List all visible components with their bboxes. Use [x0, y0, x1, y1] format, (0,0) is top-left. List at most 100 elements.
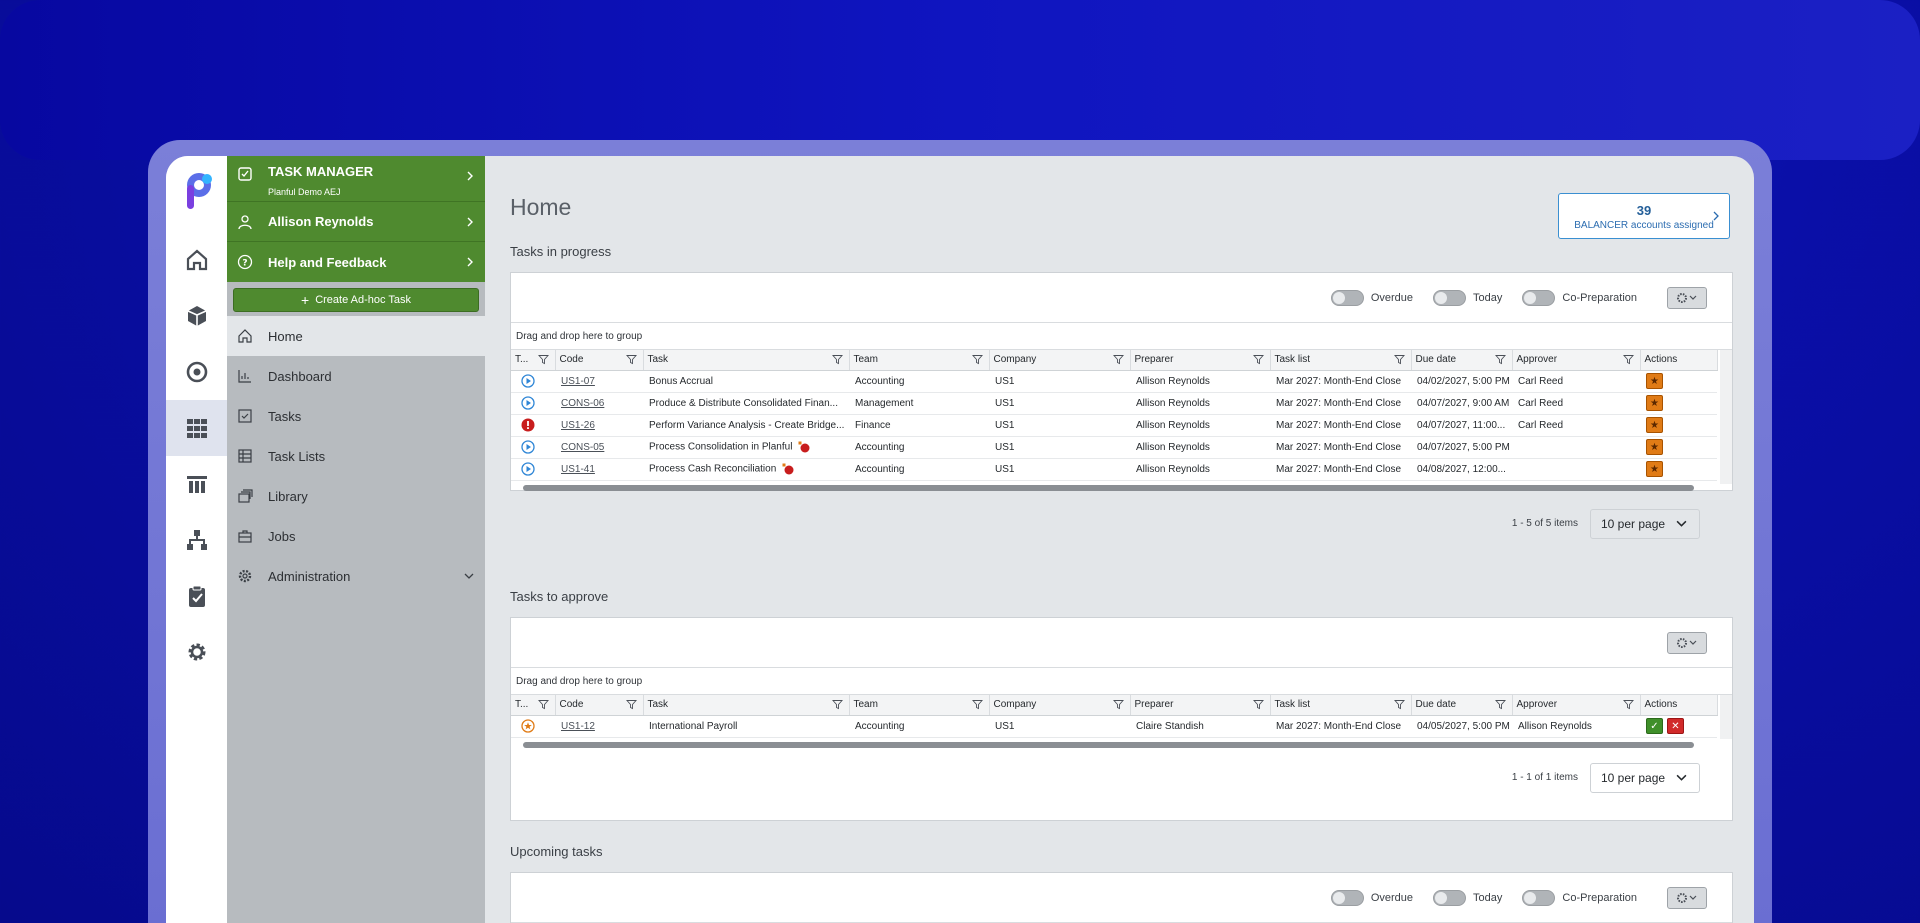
balancer-accounts-card[interactable]: 39 BALANCER accounts assigned — [1558, 193, 1730, 239]
task-code-link[interactable]: CONS-05 — [561, 442, 604, 453]
per-page-select[interactable]: 10 per page — [1590, 762, 1700, 793]
nav-item-task-lists[interactable]: Task Lists — [227, 436, 485, 476]
nav-item-library[interactable]: Library — [227, 476, 485, 516]
column-header[interactable]: Preparer — [1130, 695, 1271, 716]
planful-logo-icon[interactable] — [180, 170, 214, 214]
table-row[interactable]: CONS-06 Produce & Distribute Consolidated… — [511, 392, 1717, 415]
help-feedback-menu[interactable]: ? Help and Feedback — [227, 242, 485, 282]
scrollbar-thumb[interactable] — [523, 484, 1694, 491]
rail-building-icon[interactable] — [166, 456, 227, 512]
star-action-button[interactable]: ★ — [1646, 395, 1663, 411]
filter-icon[interactable] — [1112, 354, 1124, 365]
horizontal-scrollbar[interactable] — [511, 482, 1732, 494]
filter-icon[interactable] — [831, 354, 843, 365]
filter-icon[interactable] — [971, 354, 983, 365]
toggle-switch[interactable] — [1522, 889, 1556, 906]
star-action-button[interactable]: ★ — [1646, 373, 1663, 389]
star-action-button[interactable]: ★ — [1646, 439, 1663, 455]
column-header[interactable]: Task list — [1270, 695, 1412, 716]
column-header[interactable]: Actions — [1640, 350, 1718, 371]
co-preparation-toggle[interactable]: Co-Preparation — [1522, 289, 1637, 306]
table-row[interactable]: CONS-05 Process Consolidation in Planful A… — [511, 436, 1717, 459]
column-header[interactable]: Due date — [1411, 350, 1513, 371]
table-row[interactable]: US1-26 Perform Variance Analysis - Create… — [511, 414, 1717, 437]
app-switcher[interactable]: TASK MANAGER Planful Demo AEJ — [227, 156, 485, 202]
table-row[interactable]: US1-12 International Payroll Accounting US1… — [511, 715, 1717, 738]
rail-grid-icon[interactable] — [166, 400, 227, 456]
vertical-scrollbar[interactable] — [1720, 695, 1732, 739]
nav-item-administration[interactable]: Administration — [227, 556, 485, 596]
reject-button[interactable]: ✕ — [1667, 718, 1684, 734]
column-header[interactable]: Actions — [1640, 695, 1718, 716]
column-header[interactable]: Preparer — [1130, 350, 1271, 371]
rail-hierarchy-icon[interactable] — [166, 512, 227, 568]
column-header[interactable]: Company — [989, 695, 1131, 716]
scrollbar-thumb[interactable] — [523, 741, 1694, 748]
column-header[interactable]: Approver — [1512, 695, 1641, 716]
filter-icon[interactable] — [1622, 699, 1634, 710]
column-header[interactable]: Team — [849, 350, 990, 371]
star-action-button[interactable]: ★ — [1646, 417, 1663, 433]
filter-icon[interactable] — [1393, 699, 1405, 710]
column-header[interactable]: T... — [511, 695, 556, 716]
vertical-scrollbar[interactable] — [1720, 350, 1732, 484]
rail-home-icon[interactable] — [166, 232, 227, 288]
column-header[interactable]: Due date — [1411, 695, 1513, 716]
rail-clipboard-icon[interactable] — [166, 568, 227, 624]
group-drop-zone[interactable]: Drag and drop here to group — [511, 668, 1732, 695]
column-header[interactable]: T... — [511, 350, 556, 371]
nav-item-tasks[interactable]: Tasks — [227, 396, 485, 436]
horizontal-scrollbar[interactable] — [511, 739, 1732, 751]
per-page-select[interactable]: 10 per page — [1590, 508, 1700, 539]
today-toggle[interactable]: Today — [1433, 289, 1502, 306]
toggle-switch[interactable] — [1330, 889, 1364, 906]
filter-icon[interactable] — [1494, 354, 1506, 365]
column-header[interactable]: Company — [989, 350, 1131, 371]
task-code-link[interactable]: US1-07 — [561, 376, 595, 387]
filter-icon[interactable] — [625, 354, 637, 365]
toggle-switch[interactable] — [1433, 889, 1467, 906]
filter-icon[interactable] — [625, 699, 637, 710]
group-drop-zone[interactable]: Drag and drop here to group — [511, 323, 1732, 350]
approve-button[interactable]: ✓ — [1646, 718, 1663, 734]
filter-icon[interactable] — [1252, 699, 1264, 710]
filter-icon[interactable] — [1252, 354, 1264, 365]
column-header[interactable]: Code — [555, 350, 644, 371]
filter-icon[interactable] — [831, 699, 843, 710]
co-preparation-toggle[interactable]: Co-Preparation — [1522, 889, 1637, 906]
overdue-toggle[interactable]: Overdue — [1330, 289, 1413, 306]
task-code-link[interactable]: CONS-06 — [561, 398, 604, 409]
nav-item-dashboard[interactable]: Dashboard — [227, 356, 485, 396]
nav-item-home[interactable]: Home — [227, 316, 485, 356]
toggle-switch[interactable] — [1522, 289, 1556, 306]
filter-icon[interactable] — [537, 354, 549, 365]
today-toggle[interactable]: Today — [1433, 889, 1502, 906]
toggle-switch[interactable] — [1330, 289, 1364, 306]
rail-settings-icon[interactable] — [166, 624, 227, 680]
filter-icon[interactable] — [1494, 699, 1506, 710]
column-header[interactable]: Code — [555, 695, 644, 716]
task-code-link[interactable]: US1-12 — [561, 721, 595, 732]
star-action-button[interactable]: ★ — [1646, 461, 1663, 477]
grid-settings-button[interactable] — [1667, 886, 1707, 909]
column-header[interactable]: Team — [849, 695, 990, 716]
nav-item-jobs[interactable]: Jobs — [227, 516, 485, 556]
rail-cube-icon[interactable] — [166, 288, 227, 344]
toggle-switch[interactable] — [1433, 289, 1467, 306]
filter-icon[interactable] — [1112, 699, 1124, 710]
table-row[interactable]: US1-07 Bonus Accrual Accounting US1 Allison … — [511, 370, 1717, 393]
column-header[interactable]: Task list — [1270, 350, 1412, 371]
table-row[interactable]: US1-41 Process Cash Reconciliation Account… — [511, 458, 1717, 481]
column-header[interactable]: Approver — [1512, 350, 1641, 371]
user-menu[interactable]: Allison Reynolds — [227, 202, 485, 242]
overdue-toggle[interactable]: Overdue — [1330, 889, 1413, 906]
filter-icon[interactable] — [971, 699, 983, 710]
rail-target-icon[interactable] — [166, 344, 227, 400]
task-code-link[interactable]: US1-26 — [561, 420, 595, 431]
column-header[interactable]: Task — [643, 350, 850, 371]
task-code-link[interactable]: US1-41 — [561, 464, 595, 475]
filter-icon[interactable] — [1393, 354, 1405, 365]
column-header[interactable]: Task — [643, 695, 850, 716]
filter-icon[interactable] — [537, 699, 549, 710]
filter-icon[interactable] — [1622, 354, 1634, 365]
